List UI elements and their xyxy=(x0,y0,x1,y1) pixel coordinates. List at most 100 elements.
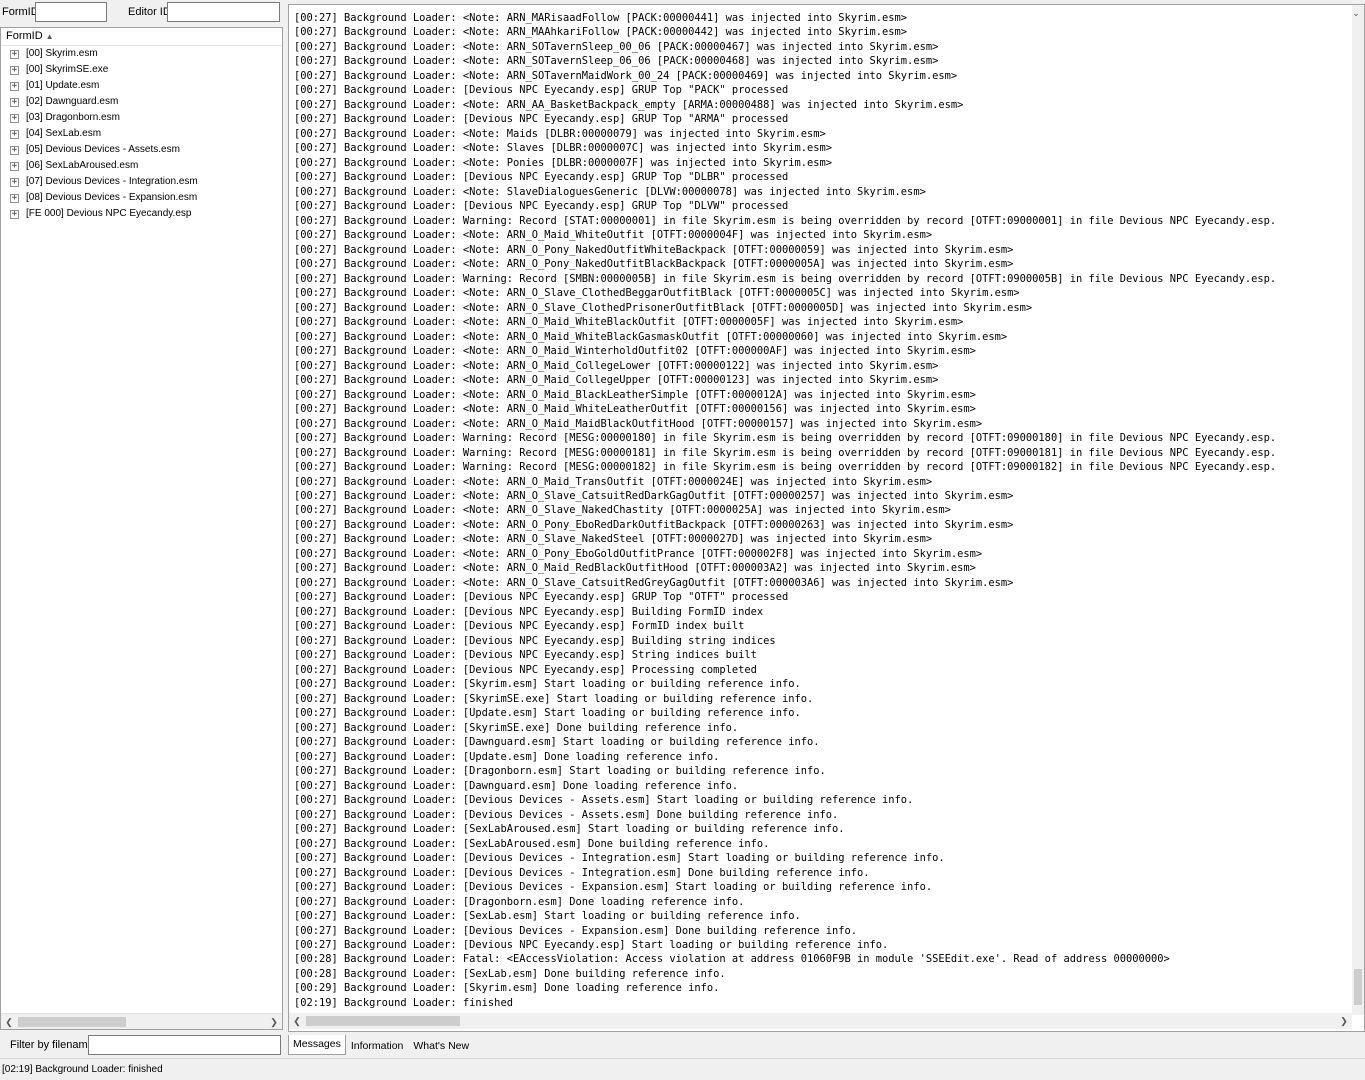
plus-box-icon[interactable]: + xyxy=(10,65,19,75)
file-tree[interactable]: FormID ▲ + [00] Skyrim.esm + [00] SkyrimSE… xyxy=(0,27,283,1030)
message-line: [00:27] Background Loader: Warning: Reco… xyxy=(294,432,1277,445)
plus-box-icon[interactable]: + xyxy=(10,129,19,139)
tree-scroll-thumb[interactable] xyxy=(18,1017,126,1027)
tree-item[interactable]: + [00] Skyrim.esm xyxy=(1,46,282,62)
plus-box-icon[interactable]: + xyxy=(10,193,19,203)
tree-item-label: [03] Dragonborn.esm xyxy=(26,112,120,123)
message-line: [00:27] Background Loader: <Note: ARN_O_… xyxy=(294,359,939,372)
messages-hscroll-thumb[interactable] xyxy=(306,1016,460,1026)
arrow-left-icon[interactable]: ❮ xyxy=(289,1013,305,1029)
status-text: [02:19] Background Loader: finished xyxy=(2,1064,163,1075)
message-line: [00:27] Background Loader: [SexLabArouse… xyxy=(294,837,770,850)
plus-box-icon[interactable]: + xyxy=(10,209,19,219)
message-line: [00:27] Background Loader: <Note: ARN_MA… xyxy=(294,12,908,24)
message-line: [00:27] Background Loader: <Note: ARN_O_… xyxy=(294,518,1014,531)
message-line: [00:27] Background Loader: <Note: ARN_O_… xyxy=(294,229,933,242)
message-line: [00:27] Background Loader: [Dawnguard.es… xyxy=(294,779,739,792)
arrow-right-icon[interactable]: ❯ xyxy=(1336,1013,1352,1029)
message-line: [00:27] Background Loader: [SkyrimSE.exe… xyxy=(294,692,814,705)
message-line: [00:27] Background Loader: [Devious NPC … xyxy=(294,591,789,604)
message-line: [00:27] Background Loader: Warning: Reco… xyxy=(294,446,1277,459)
tree-item[interactable]: + [00] SkyrimSE.exe xyxy=(1,62,282,78)
tree-item[interactable]: + [FE 000] Devious NPC Eyecandy.esp xyxy=(1,206,282,222)
editorid-input[interactable] xyxy=(167,2,280,22)
message-line: [00:27] Background Loader: [Devious Devi… xyxy=(294,794,914,807)
tree-item-label: [FE 000] Devious NPC Eyecandy.esp xyxy=(26,208,192,219)
message-line: [00:27] Background Loader: <Note: SlaveD… xyxy=(294,185,926,198)
message-line: [00:27] Background Loader: [Devious NPC … xyxy=(294,649,757,662)
message-line: [00:27] Background Loader: <Note: ARN_O_… xyxy=(294,403,976,416)
tree-column-header[interactable]: FormID ▲ xyxy=(1,28,282,46)
plus-box-icon[interactable]: + xyxy=(10,113,19,123)
message-line: [00:27] Background Loader: [Dawnguard.es… xyxy=(294,736,820,749)
message-line: [00:27] Background Loader: <Note: ARN_O_… xyxy=(294,388,976,401)
arrow-right-icon[interactable]: ❯ xyxy=(266,1014,282,1029)
formid-input[interactable] xyxy=(35,2,107,22)
message-line: [00:27] Background Loader: [SkyrimSE.exe… xyxy=(294,721,739,734)
message-line: [00:27] Background Loader: <Note: Maids … xyxy=(294,127,826,140)
message-line: [00:27] Background Loader: <Note: ARN_O_… xyxy=(294,287,1020,300)
left-panel: FormID Editor ID FormID ▲ + [00] Skyrim.e… xyxy=(0,0,285,1058)
tree-column-header-label: FormID xyxy=(6,30,43,42)
tree-item[interactable]: + [06] SexLabAroused.esm xyxy=(1,158,282,174)
message-line: [00:27] Background Loader: <Note: ARN_O_… xyxy=(294,243,1014,256)
tree-item[interactable]: + [02] Dawnguard.esm xyxy=(1,94,282,110)
messages-panel[interactable]: [00:27] Background Loader: <Note: ARN_MA… xyxy=(288,4,1365,1032)
messages-vertical-scrollbar[interactable]: ⌄ xyxy=(1352,5,1364,1015)
tree-item[interactable]: + [03] Dragonborn.esm xyxy=(1,110,282,126)
message-line: [00:27] Background Loader: [SexLabArouse… xyxy=(294,823,845,836)
plus-box-icon[interactable]: + xyxy=(10,161,19,171)
arrow-down-icon[interactable]: ⌄ xyxy=(1350,5,1362,21)
filter-row: Filter by filename: xyxy=(0,1034,285,1056)
message-line: [00:27] Background Loader: [Devious Devi… xyxy=(294,924,858,937)
tree-item[interactable]: + [01] Update.esm xyxy=(1,78,282,94)
tree-item[interactable]: + [04] SexLab.esm xyxy=(1,126,282,142)
message-line: [00:29] Background Loader: [Skyrim.esm] … xyxy=(294,982,720,995)
tree-item[interactable]: + [07] Devious Devices - Integration.esm xyxy=(1,174,282,190)
message-line: [00:27] Background Loader: [Devious Devi… xyxy=(294,852,945,865)
message-line: [00:27] Background Loader: [Devious NPC … xyxy=(294,939,889,951)
tree-rows: + [00] Skyrim.esm + [00] SkyrimSE.exe + [01… xyxy=(1,46,282,222)
formid-label: FormID xyxy=(2,6,39,18)
tab-information[interactable]: Information xyxy=(346,1036,409,1055)
plus-box-icon[interactable]: + xyxy=(10,49,19,59)
message-line: [00:27] Background Loader: [SexLab.esm] … xyxy=(294,910,801,923)
plus-box-icon[interactable]: + xyxy=(10,177,19,187)
tree-item-label: [07] Devious Devices - Integration.esm xyxy=(26,176,198,187)
messages-horizontal-scrollbar[interactable]: ❮ ❯ xyxy=(289,1013,1352,1029)
tree-item-label: [05] Devious Devices - Assets.esm xyxy=(26,144,180,155)
message-line: [02:19] Background Loader: finished xyxy=(294,996,513,1009)
message-line: [00:27] Background Loader: [Devious Devi… xyxy=(294,881,933,894)
message-line: [00:27] Background Loader: [Update.esm] … xyxy=(294,750,720,763)
tab-messages[interactable]: Messages xyxy=(288,1035,346,1055)
filter-label: Filter by filename: xyxy=(10,1039,97,1051)
message-line: [00:27] Background Loader: Warning: Reco… xyxy=(294,272,1277,285)
messages-log[interactable]: [00:27] Background Loader: <Note: ARN_MA… xyxy=(294,11,1350,1010)
messages-vscroll-thumb[interactable] xyxy=(1354,969,1362,1005)
plus-box-icon[interactable]: + xyxy=(10,145,19,155)
tree-item-label: [04] SexLab.esm xyxy=(26,128,102,139)
message-line: [00:27] Background Loader: <Note: ARN_O_… xyxy=(294,562,976,575)
message-line: [00:27] Background Loader: <Note: ARN_O_… xyxy=(294,417,983,430)
arrow-left-icon[interactable]: ❮ xyxy=(1,1014,17,1029)
tree-item[interactable]: + [08] Devious Devices - Expansion.esm xyxy=(1,190,282,206)
message-line: [00:27] Background Loader: [Skyrim.esm] … xyxy=(294,678,801,691)
plus-box-icon[interactable]: + xyxy=(10,81,19,91)
message-line: [00:27] Background Loader: <Note: ARN_MA… xyxy=(294,26,908,39)
tree-item-label: [01] Update.esm xyxy=(26,80,100,91)
message-line: [00:27] Background Loader: <Note: ARN_O_… xyxy=(294,533,933,546)
message-line: [00:27] Background Loader: [Devious NPC … xyxy=(294,171,789,184)
message-line: [00:27] Background Loader: Warning: Reco… xyxy=(294,461,1277,474)
message-line: [00:27] Background Loader: [Devious NPC … xyxy=(294,605,764,618)
plus-box-icon[interactable]: + xyxy=(10,97,19,107)
message-line: [00:27] Background Loader: <Note: ARN_O_… xyxy=(294,504,951,517)
tree-horizontal-scrollbar[interactable]: ❮ ❯ xyxy=(1,1013,282,1029)
bottom-tab-bar: Messages Information What's New xyxy=(288,1035,474,1055)
message-line: [00:27] Background Loader: <Note: ARN_O_… xyxy=(294,374,939,387)
message-line: [00:27] Background Loader: [Devious NPC … xyxy=(294,620,745,633)
message-line: [00:27] Background Loader: <Note: ARN_O_… xyxy=(294,330,1008,343)
filter-by-filename-input[interactable] xyxy=(88,1035,281,1055)
tab-whats-new[interactable]: What's New xyxy=(408,1036,474,1055)
message-line: [00:27] Background Loader: <Note: ARN_O_… xyxy=(294,489,1014,502)
tree-item[interactable]: + [05] Devious Devices - Assets.esm xyxy=(1,142,282,158)
